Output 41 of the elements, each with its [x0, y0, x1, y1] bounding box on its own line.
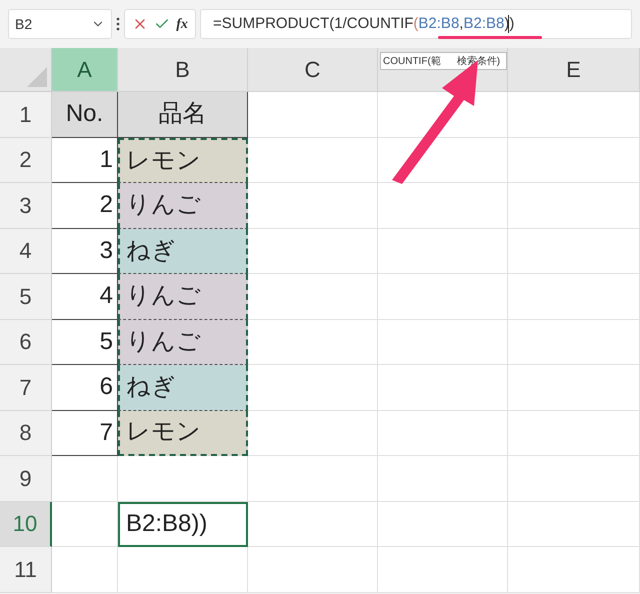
cell-text: No. — [66, 99, 104, 130]
formula-text: B2:B8 — [463, 14, 504, 34]
cell-text: りんご — [126, 326, 201, 357]
cell-text: レモン — [126, 146, 201, 176]
column-header[interactable]: E — [508, 48, 640, 92]
cell-text: レモン — [126, 417, 201, 448]
row-header[interactable]: 8 — [0, 410, 52, 456]
column-header[interactable]: A — [52, 48, 118, 92]
cell-text: 6 — [100, 372, 113, 402]
column-title: 品名 — [158, 99, 206, 130]
cell-text: B2:B8)) — [126, 509, 208, 540]
row-header[interactable]: 5 — [0, 274, 52, 320]
insert-function-button[interactable]: fx — [176, 14, 188, 34]
formula-text: , — [459, 14, 464, 34]
formula-text: ( — [413, 14, 418, 34]
formula-text: B2:B8 — [418, 14, 460, 34]
column-header[interactable]: C — [248, 48, 378, 92]
row-header[interactable]: 4 — [0, 228, 52, 274]
row-header[interactable]: 9 — [0, 456, 52, 502]
row-header[interactable]: 7 — [0, 365, 52, 410]
row-header[interactable]: 10 — [0, 502, 52, 547]
name-box-value: B2 — [15, 14, 32, 34]
name-box[interactable]: B2 — [8, 9, 112, 39]
row-header[interactable]: 2 — [0, 138, 52, 183]
row-header[interactable]: 1 — [0, 92, 52, 138]
row-header[interactable]: 3 — [0, 183, 52, 228]
cell-text: 3 — [100, 236, 113, 266]
tooltip-text: COUNTIF(範 — [383, 54, 441, 68]
row-header[interactable]: 6 — [0, 320, 52, 365]
cell-text: 5 — [100, 326, 113, 357]
column-header[interactable]: B — [118, 48, 248, 92]
cell-text: りんご — [126, 281, 201, 312]
cell-text: 4 — [100, 281, 113, 312]
cell-text: ねぎ — [126, 372, 176, 402]
cell-text: りんご — [126, 190, 201, 220]
row-header[interactable]: 11 — [0, 547, 52, 592]
formula-text: =SUMPRODUCT(1/COUNTIF — [213, 14, 414, 34]
cell-text: 2 — [100, 190, 113, 220]
cell-text: 7 — [100, 418, 113, 448]
cell-text: ねぎ — [126, 236, 176, 266]
cell-text: 1 — [100, 144, 113, 175]
